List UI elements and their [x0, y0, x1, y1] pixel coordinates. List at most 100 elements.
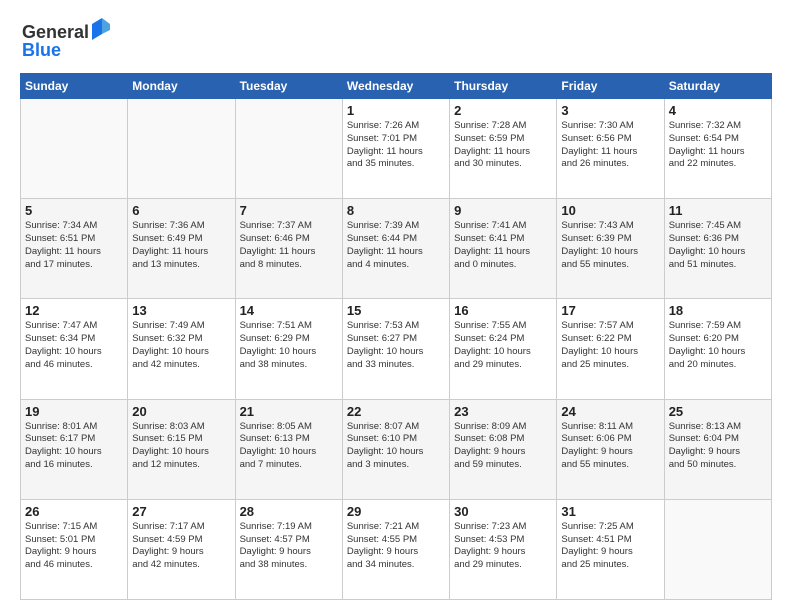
col-header-tuesday: Tuesday [235, 74, 342, 99]
day-number: 16 [454, 303, 552, 318]
day-cell: 9Sunrise: 7:41 AM Sunset: 6:41 PM Daylig… [450, 199, 557, 299]
day-cell: 25 Sunrise: 8:13 AM Sunset: 6:04 PM Dayli… [664, 399, 771, 499]
day-number: 11 [669, 203, 767, 218]
day-number: 3 [561, 103, 659, 118]
calendar-table: SundayMondayTuesdayWednesdayThursdayFrid… [20, 73, 772, 600]
day-number: 23 [454, 404, 552, 419]
day-info: Sunrise: 7:39 AM Sunset: 6:44 PM Dayligh… [347, 220, 445, 271]
day-cell: 14Sunrise: 7:51 AM Sunset: 6:29 PM Dayli… [235, 299, 342, 399]
day-cell: 13Sunrise: 7:49 AM Sunset: 6:32 PM Dayli… [128, 299, 235, 399]
day-number: 19 [25, 404, 123, 419]
day-cell: 1 Sunrise: 7:26 AM Sunset: 7:01 PM Daylig… [342, 99, 449, 199]
day-info: Sunrise: 7:17 AM Sunset: 4:59 PM Dayligh… [132, 521, 230, 572]
day-number: 20 [132, 404, 230, 419]
day-number: 24 [561, 404, 659, 419]
day-info: Sunrise: 7:28 AM Sunset: 6:59 PM Dayligh… [454, 120, 552, 171]
day-info: Sunrise: 7:36 AM Sunset: 6:49 PM Dayligh… [132, 220, 230, 271]
day-info: Sunrise: 7:23 AM Sunset: 4:53 PM Dayligh… [454, 521, 552, 572]
day-cell: 23 Sunrise: 8:09 AM Sunset: 6:08 PM Dayli… [450, 399, 557, 499]
logo-icon: General Blue [20, 16, 110, 60]
day-number: 7 [240, 203, 338, 218]
day-cell: 8 Sunrise: 7:39 AM Sunset: 6:44 PM Daylig… [342, 199, 449, 299]
week-row-5: 26Sunrise: 7:15 AM Sunset: 5:01 PM Dayli… [21, 499, 772, 599]
day-info: Sunrise: 8:05 AM Sunset: 6:13 PM Dayligh… [240, 421, 338, 472]
day-info: Sunrise: 8:11 AM Sunset: 6:06 PM Dayligh… [561, 421, 659, 472]
day-cell: 18 Sunrise: 7:59 AM Sunset: 6:20 PM Dayli… [664, 299, 771, 399]
col-header-wednesday: Wednesday [342, 74, 449, 99]
day-cell: 28Sunrise: 7:19 AM Sunset: 4:57 PM Dayli… [235, 499, 342, 599]
day-info: Sunrise: 7:26 AM Sunset: 7:01 PM Dayligh… [347, 120, 445, 171]
day-cell: 31 Sunrise: 7:25 AM Sunset: 4:51 PM Dayli… [557, 499, 664, 599]
day-cell: 21Sunrise: 8:05 AM Sunset: 6:13 PM Dayli… [235, 399, 342, 499]
day-number: 17 [561, 303, 659, 318]
day-cell: 7 Sunrise: 7:37 AM Sunset: 6:46 PM Daylig… [235, 199, 342, 299]
day-info: Sunrise: 7:32 AM Sunset: 6:54 PM Dayligh… [669, 120, 767, 171]
day-info: Sunrise: 7:19 AM Sunset: 4:57 PM Dayligh… [240, 521, 338, 572]
day-cell: 2Sunrise: 7:28 AM Sunset: 6:59 PM Daylig… [450, 99, 557, 199]
day-cell: 6 Sunrise: 7:36 AM Sunset: 6:49 PM Daylig… [128, 199, 235, 299]
col-header-thursday: Thursday [450, 74, 557, 99]
day-info: Sunrise: 8:13 AM Sunset: 6:04 PM Dayligh… [669, 421, 767, 472]
day-info: Sunrise: 7:45 AM Sunset: 6:36 PM Dayligh… [669, 220, 767, 271]
day-number: 12 [25, 303, 123, 318]
day-cell [664, 499, 771, 599]
day-cell: 20 Sunrise: 8:03 AM Sunset: 6:15 PM Dayli… [128, 399, 235, 499]
day-info: Sunrise: 8:09 AM Sunset: 6:08 PM Dayligh… [454, 421, 552, 472]
day-info: Sunrise: 7:53 AM Sunset: 6:27 PM Dayligh… [347, 320, 445, 371]
day-cell: 26Sunrise: 7:15 AM Sunset: 5:01 PM Dayli… [21, 499, 128, 599]
day-cell [128, 99, 235, 199]
day-number: 13 [132, 303, 230, 318]
day-cell: 3Sunrise: 7:30 AM Sunset: 6:56 PM Daylig… [557, 99, 664, 199]
header: General Blue [20, 16, 772, 65]
day-cell [21, 99, 128, 199]
day-number: 6 [132, 203, 230, 218]
day-info: Sunrise: 7:55 AM Sunset: 6:24 PM Dayligh… [454, 320, 552, 371]
col-header-monday: Monday [128, 74, 235, 99]
day-info: Sunrise: 7:34 AM Sunset: 6:51 PM Dayligh… [25, 220, 123, 271]
week-row-1: 1 Sunrise: 7:26 AM Sunset: 7:01 PM Daylig… [21, 99, 772, 199]
svg-text:General: General [22, 22, 89, 42]
logo: General Blue [20, 16, 110, 65]
day-number: 8 [347, 203, 445, 218]
day-number: 5 [25, 203, 123, 218]
day-cell: 17 Sunrise: 7:57 AM Sunset: 6:22 PM Dayli… [557, 299, 664, 399]
col-header-sunday: Sunday [21, 74, 128, 99]
day-info: Sunrise: 7:57 AM Sunset: 6:22 PM Dayligh… [561, 320, 659, 371]
day-number: 25 [669, 404, 767, 419]
day-cell: 5 Sunrise: 7:34 AM Sunset: 6:51 PM Daylig… [21, 199, 128, 299]
day-cell: 22Sunrise: 8:07 AM Sunset: 6:10 PM Dayli… [342, 399, 449, 499]
day-number: 30 [454, 504, 552, 519]
day-info: Sunrise: 7:59 AM Sunset: 6:20 PM Dayligh… [669, 320, 767, 371]
day-cell: 4 Sunrise: 7:32 AM Sunset: 6:54 PM Daylig… [664, 99, 771, 199]
day-cell: 10Sunrise: 7:43 AM Sunset: 6:39 PM Dayli… [557, 199, 664, 299]
day-cell: 11 Sunrise: 7:45 AM Sunset: 6:36 PM Dayli… [664, 199, 771, 299]
day-info: Sunrise: 7:21 AM Sunset: 4:55 PM Dayligh… [347, 521, 445, 572]
day-number: 14 [240, 303, 338, 318]
day-number: 29 [347, 504, 445, 519]
day-number: 18 [669, 303, 767, 318]
day-info: Sunrise: 8:03 AM Sunset: 6:15 PM Dayligh… [132, 421, 230, 472]
col-header-saturday: Saturday [664, 74, 771, 99]
header-row: SundayMondayTuesdayWednesdayThursdayFrid… [21, 74, 772, 99]
day-cell: 29 Sunrise: 7:21 AM Sunset: 4:55 PM Dayli… [342, 499, 449, 599]
day-cell: 19Sunrise: 8:01 AM Sunset: 6:17 PM Dayli… [21, 399, 128, 499]
day-info: Sunrise: 7:47 AM Sunset: 6:34 PM Dayligh… [25, 320, 123, 371]
day-cell: 12 Sunrise: 7:47 AM Sunset: 6:34 PM Dayli… [21, 299, 128, 399]
day-info: Sunrise: 7:41 AM Sunset: 6:41 PM Dayligh… [454, 220, 552, 271]
day-number: 10 [561, 203, 659, 218]
day-cell: 24 Sunrise: 8:11 AM Sunset: 6:06 PM Dayli… [557, 399, 664, 499]
day-number: 22 [347, 404, 445, 419]
day-number: 26 [25, 504, 123, 519]
day-number: 27 [132, 504, 230, 519]
page: General Blue SundayMondayTuesdayWednesda… [0, 0, 792, 612]
day-number: 1 [347, 103, 445, 118]
day-info: Sunrise: 7:37 AM Sunset: 6:46 PM Dayligh… [240, 220, 338, 271]
col-header-friday: Friday [557, 74, 664, 99]
day-cell: 15 Sunrise: 7:53 AM Sunset: 6:27 PM Dayli… [342, 299, 449, 399]
day-number: 31 [561, 504, 659, 519]
day-number: 15 [347, 303, 445, 318]
day-cell: 27 Sunrise: 7:17 AM Sunset: 4:59 PM Dayli… [128, 499, 235, 599]
day-number: 4 [669, 103, 767, 118]
week-row-4: 19Sunrise: 8:01 AM Sunset: 6:17 PM Dayli… [21, 399, 772, 499]
day-info: Sunrise: 7:25 AM Sunset: 4:51 PM Dayligh… [561, 521, 659, 572]
